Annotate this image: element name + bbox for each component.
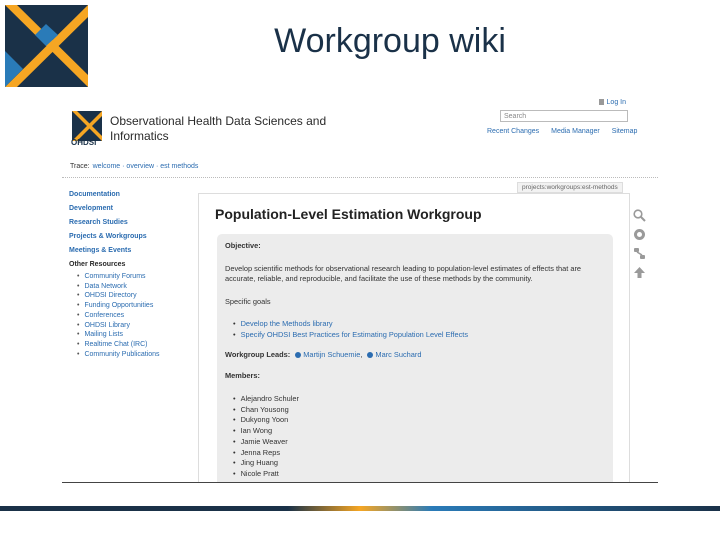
list-item: Chan Yousong [233,405,299,416]
sidebar-item-development[interactable]: Development [69,205,199,212]
sidebar-link[interactable]: Mailing Lists [77,330,199,340]
site-title[interactable]: Observational Health Data Sciences and I… [110,114,326,144]
ohdsi-slide-logo [5,5,88,87]
page-content: Population-Level Estimation Workgroup Ob… [198,193,630,482]
tool-links: Recent Changes Media Manager Sitemap [487,128,647,135]
list-item: Develop the Methods library [233,318,468,329]
sidebar-item-documentation[interactable]: Documentation [69,191,199,198]
login-label: Log In [606,99,626,106]
objective-text: Develop scientific methods for observati… [225,264,582,283]
list-item: Specify OHDSI Best Practices for Estimat… [233,329,468,340]
site-title-line1: Observational Health Data Sciences and [110,114,327,128]
lead-link[interactable]: Marc Suchard [375,350,421,359]
sidebar: Documentation Development Research Studi… [69,191,199,359]
breadcrumb-links[interactable]: welcome · overview · est methods [93,163,199,170]
sidebar-link[interactable]: OHDSI Directory [77,291,199,301]
members-label: Members: [225,371,260,380]
sidebar-link[interactable]: Community Publications [77,350,199,360]
list-item: Dukyong Yoon [233,415,299,426]
user-icon [367,352,374,359]
list-item: Jenna Reps [233,448,299,459]
list-item: Ian Wong [233,426,299,437]
list-item: Nicole Pratt [233,469,299,480]
slide-title: Workgroup wiki [274,22,506,60]
sidebar-item-meetings[interactable]: Meetings & Events [69,247,199,254]
sidebar-item-research-studies[interactable]: Research Studies [69,219,199,226]
other-resources-heading: Other Resources [69,261,126,268]
login-link[interactable]: Log In [598,99,626,106]
sitemap-link[interactable]: Sitemap [612,128,638,135]
objective-label: Objective: [225,241,261,250]
goals-list: Develop the Methods library Specify OHDS… [233,318,468,340]
ohdsi-logo-text: OHDSI [71,138,97,147]
search-icon[interactable] [632,208,646,222]
page-title: Population-Level Estimation Workgroup [215,206,482,222]
sidebar-link[interactable]: Community Forums [77,272,199,282]
sidebar-link[interactable]: Conferences [77,311,199,321]
breadcrumb-label: Trace: [70,163,90,170]
search-input[interactable]: Search [500,110,628,122]
list-item: Alejandro Schuler [233,394,299,405]
list-item: Jing Huang [233,458,299,469]
list-item: Jamie Weaver [233,437,299,448]
header-divider [62,177,658,178]
user-icon [295,352,302,359]
page-path: projects:workgroups:est-methods [517,182,623,193]
sidebar-link[interactable]: OHDSI Library [77,321,199,331]
sidebar-link[interactable]: Realtime Chat (IRC) [77,340,199,350]
wiki-screenshot: OHDSI Observational Health Data Sciences… [62,96,658,483]
workgroup-leads: Workgroup Leads: Martijn Schuemie, Marc … [225,350,422,359]
media-manager-link[interactable]: Media Manager [551,128,600,135]
leads-label: Workgroup Leads: [225,350,291,359]
lock-icon [598,99,604,106]
goal-link[interactable]: Develop the Methods library [241,319,333,328]
breadcrumb: Trace: welcome · overview · est methods [70,163,198,170]
circle-icon[interactable] [632,227,646,241]
sidebar-link[interactable]: Data Network [77,282,199,292]
sidebar-link[interactable]: Funding Opportunities [77,301,199,311]
backlinks-icon[interactable] [632,246,646,260]
recent-changes-link[interactable]: Recent Changes [487,128,539,135]
members-list: Alejandro Schuler Chan Yousong Dukyong Y… [233,394,299,480]
lead-link[interactable]: Martijn Schuemie [303,350,360,359]
other-resources-list: Community Forums Data Network OHDSI Dire… [69,272,199,359]
site-title-line2: Informatics [110,129,169,143]
page-tools [632,208,650,284]
info-panel: Objective: Develop scientific methods fo… [217,234,613,482]
up-arrow-icon[interactable] [632,265,646,279]
bottom-accent-bar [0,506,720,511]
goals-label: Specific goals [225,297,271,306]
sidebar-item-projects[interactable]: Projects & Workgroups [69,233,199,240]
goal-link[interactable]: Specify OHDSI Best Practices for Estimat… [241,330,468,339]
